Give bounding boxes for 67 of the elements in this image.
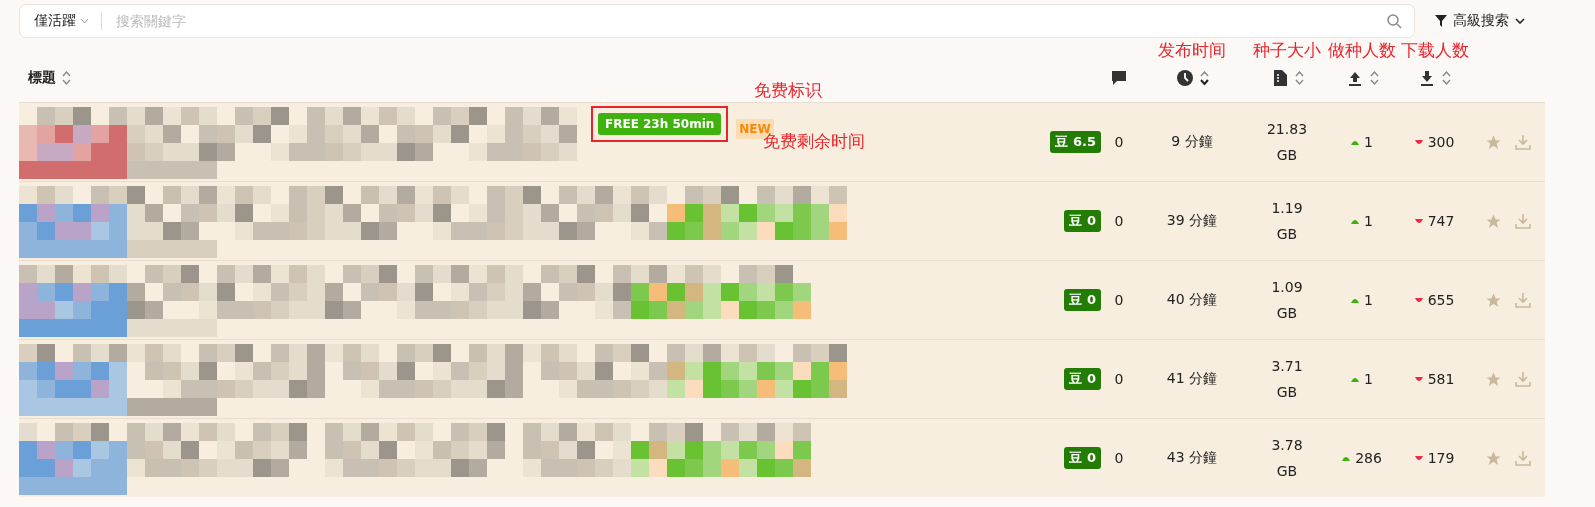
filter-icon	[1435, 15, 1447, 27]
star-icon[interactable]	[1485, 133, 1502, 151]
comment-count: 0	[1114, 292, 1124, 308]
time-cell: 9 分鐘	[1171, 133, 1213, 151]
star-icon[interactable]	[1485, 449, 1502, 467]
star-icon[interactable]	[1485, 370, 1502, 388]
size-cell-text: 1.19 GB	[1270, 199, 1304, 244]
douban-score-badge: 豆 0	[1064, 210, 1101, 232]
time-cell: 43 分鐘	[1166, 449, 1218, 467]
triangle-down-icon	[1414, 218, 1423, 224]
leechers-cell: 655	[1414, 292, 1455, 308]
triangle-up-icon	[1351, 139, 1360, 145]
download-icon[interactable]	[1514, 133, 1532, 151]
triangle-down-icon	[1414, 297, 1423, 303]
download-icon[interactable]	[1514, 449, 1532, 467]
triangle-down-icon	[1414, 376, 1423, 382]
download-icon	[1418, 69, 1436, 87]
clock-icon	[1175, 69, 1194, 87]
annotation-label: 做种人数	[1328, 39, 1396, 62]
triangle-down-icon	[1414, 139, 1423, 145]
size-cell-text: 21.83 GB	[1265, 120, 1309, 165]
star-icon[interactable]	[1485, 291, 1502, 309]
seeders-cell: 286	[1342, 450, 1382, 466]
comment-count: 0	[1114, 134, 1124, 150]
search-icon[interactable]	[1387, 13, 1402, 29]
search-field[interactable]: 僅活躍 搜索關鍵字	[19, 4, 1415, 38]
seeders-cell: 1	[1351, 213, 1373, 229]
download-icon[interactable]	[1514, 291, 1532, 309]
annotation-label: 下载人数	[1400, 39, 1469, 62]
triangle-up-icon	[1351, 218, 1360, 224]
time-cell: 40 分鐘	[1166, 291, 1218, 309]
size-cell-text: 3.71 GB	[1270, 357, 1304, 402]
leechers-cell: 747	[1414, 213, 1455, 229]
comment-count: 0	[1114, 213, 1124, 229]
chevron-down-icon	[80, 18, 89, 24]
download-icon[interactable]	[1514, 212, 1532, 230]
seeders-cell: 1	[1351, 371, 1373, 387]
leechers-cell: 179	[1414, 450, 1455, 466]
leechers-cell: 581	[1414, 371, 1455, 387]
annotation-label: 发布时间	[1158, 39, 1226, 62]
douban-score-badge: 豆 6.5	[1050, 131, 1101, 153]
filter-dropdown[interactable]: 僅活躍	[34, 12, 102, 30]
triangle-up-icon	[1351, 376, 1360, 382]
annotation-label: 种子大小	[1253, 39, 1321, 62]
douban-score-badge: 豆 0	[1064, 368, 1101, 390]
triangle-up-icon	[1342, 455, 1351, 461]
leechers-cell: 300	[1414, 134, 1455, 150]
size-cell-text: 3.78 GB	[1270, 436, 1304, 481]
free-badge: FREE 23h 50min	[598, 113, 722, 135]
triangle-down-icon	[1414, 455, 1423, 461]
download-icon[interactable]	[1514, 370, 1532, 388]
size-cell-text: 1.09 GB	[1270, 278, 1304, 323]
column-header[interactable]: 標題	[28, 69, 56, 87]
comment-count: 0	[1114, 450, 1124, 466]
seeders-cell: 1	[1351, 134, 1373, 150]
time-cell: 41 分鐘	[1166, 370, 1218, 388]
triangle-up-icon	[1351, 297, 1360, 303]
douban-score-badge: 豆 0	[1064, 289, 1101, 311]
star-icon[interactable]	[1485, 212, 1502, 230]
douban-score-badge: 豆 0	[1064, 447, 1101, 469]
time-cell: 39 分鐘	[1166, 212, 1218, 230]
annotation-label: 免费标识	[754, 79, 822, 102]
advanced-search-button[interactable]: 高級搜索	[1435, 12, 1525, 30]
chevron-down-icon	[1515, 18, 1525, 24]
seeders-cell: 1	[1351, 292, 1373, 308]
comment-count: 0	[1114, 371, 1124, 387]
sort-icon[interactable]	[1199, 70, 1209, 86]
